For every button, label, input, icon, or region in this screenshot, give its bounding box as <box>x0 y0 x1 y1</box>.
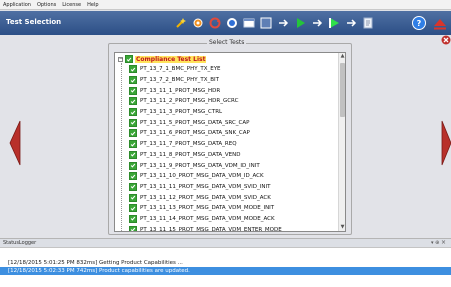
test-item[interactable]: PT_13_11_14_PROT_MSG_DATA_VDM_MODE_ACK <box>129 214 335 225</box>
logger-title: StatusLogger <box>3 240 37 246</box>
report-icon[interactable] <box>361 16 375 30</box>
test-item-label: PT_13_11_12_PROT_MSG_DATA_VDM_SVID_ACK <box>140 194 271 201</box>
arrow-right-icon <box>310 16 324 30</box>
test-item-label: PT_13_11_5_PROT_MSG_DATA_SRC_CAP <box>140 119 250 126</box>
logger-header: StatusLogger ▾ ⊕ × <box>0 239 451 248</box>
test-tree[interactable]: − Compliance Test List PT_13_7_1_BMC_PHY… <box>114 52 346 232</box>
test-item[interactable]: PT_13_11_13_PROT_MSG_DATA_VDM_MODE_INIT <box>129 203 335 214</box>
settings-icon[interactable] <box>191 16 205 30</box>
checkbox-checked-icon[interactable] <box>129 129 137 138</box>
test-item-label: PT_13_7_1_BMC_PHY_TX_EYE <box>140 66 221 73</box>
run-icon[interactable] <box>327 16 341 30</box>
nav-next-icon[interactable] <box>441 119 451 167</box>
checkbox-checked-icon[interactable] <box>129 172 137 181</box>
test-item[interactable]: PT_13_11_9_PROT_MSG_DATA_VDM_ID_INIT <box>129 160 335 171</box>
checkbox-checked-icon[interactable] <box>129 161 137 170</box>
checkbox-checked-icon[interactable] <box>129 204 137 213</box>
close-icon[interactable] <box>441 35 451 45</box>
eject-icon[interactable] <box>432 16 448 30</box>
nav-previous-icon[interactable] <box>9 119 21 167</box>
log-line-selected[interactable]: [12/18/2015 5:02:33 PM 742ms] Product ca… <box>0 267 451 275</box>
checkbox-checked-icon[interactable] <box>129 118 137 127</box>
checkbox-checked-icon[interactable] <box>129 86 137 95</box>
test-item-label: PT_13_11_6_PROT_MSG_DATA_SNK_CAP <box>140 130 250 137</box>
checkbox-checked-icon[interactable] <box>129 193 137 202</box>
test-item-label: PT_13_11_8_PROT_MSG_DATA_VEND <box>140 151 241 158</box>
test-item[interactable]: PT_13_11_10_PROT_MSG_DATA_VDM_ID_ACK <box>129 171 335 182</box>
test-item-label: PT_13_11_11_PROT_MSG_DATA_VDM_SVID_INIT <box>140 183 271 190</box>
checkbox-checked-icon[interactable] <box>129 182 137 191</box>
test-list: PT_13_7_1_BMC_PHY_TX_EYE PT_13_7_2_BMC_PH… <box>129 64 335 232</box>
test-item[interactable]: PT_13_11_6_PROT_MSG_DATA_SNK_CAP <box>129 128 335 139</box>
menu-license[interactable]: License <box>62 2 81 8</box>
test-item-label: PT_13_11_15_PROT_MSG_DATA_VDM_ENTER_MODE <box>140 226 282 232</box>
checkbox-checked-icon[interactable] <box>129 97 137 106</box>
test-item[interactable]: PT_13_7_2_BMC_PHY_TX_BIT <box>129 75 335 86</box>
checkbox-checked-icon[interactable] <box>125 55 133 63</box>
test-item[interactable]: PT_13_11_8_PROT_MSG_DATA_VEND <box>129 150 335 161</box>
logger-close-icon[interactable]: × <box>441 239 446 246</box>
test-item[interactable]: PT_13_11_3_PROT_MSG_CTRL <box>129 107 335 118</box>
tree-root[interactable]: − Compliance Test List <box>118 55 207 63</box>
checkbox-checked-icon[interactable] <box>129 108 137 117</box>
test-item[interactable]: PT_13_7_1_BMC_PHY_TX_EYE <box>129 64 335 75</box>
scroll-down-icon[interactable]: ▼ <box>340 225 345 230</box>
checkbox-checked-icon[interactable] <box>129 76 137 85</box>
checkbox-checked-icon[interactable] <box>129 214 137 223</box>
wand-icon[interactable] <box>174 16 188 30</box>
test-item[interactable]: PT_13_11_7_PROT_MSG_DATA_REQ <box>129 139 335 150</box>
status-logger: StatusLogger ▾ ⊕ × [12/18/2015 5:01:25 P… <box>0 238 451 287</box>
record-icon[interactable] <box>225 16 239 30</box>
select-tests-panel: Select Tests − Compliance Test List PT_1… <box>108 39 352 235</box>
arrow-right-icon <box>276 16 290 30</box>
panel-title: Select Tests <box>207 39 247 46</box>
log-line: [12/18/2015 5:01:25 PM 832ms] Getting Pr… <box>8 260 183 266</box>
test-item-label: PT_13_11_2_PROT_MSG_HDR_GCRC <box>140 98 239 105</box>
test-item-label: PT_13_11_13_PROT_MSG_DATA_VDM_MODE_INIT <box>140 205 275 212</box>
next-icon[interactable] <box>259 16 273 30</box>
test-item[interactable]: PT_13_11_11_PROT_MSG_DATA_VDM_SVID_INIT <box>129 182 335 193</box>
root-label: Compliance Test List <box>135 55 207 63</box>
test-item-label: PT_13_11_7_PROT_MSG_DATA_REQ <box>140 141 237 148</box>
checkbox-checked-icon[interactable] <box>129 150 137 159</box>
test-item-label: PT_13_11_3_PROT_MSG_CTRL <box>140 109 223 116</box>
title-bar: Test Selection ? <box>0 11 451 35</box>
tree-connector <box>121 63 122 231</box>
arrow-right-icon <box>344 16 358 30</box>
menu-options[interactable]: Options <box>37 2 56 8</box>
collapse-icon[interactable]: − <box>118 56 123 62</box>
test-item-label: PT_13_11_10_PROT_MSG_DATA_VDM_ID_ACK <box>140 173 264 180</box>
test-item[interactable]: PT_13_11_1_PROT_MSG_HDR <box>129 85 335 96</box>
test-item[interactable]: PT_13_11_5_PROT_MSG_DATA_SRC_CAP <box>129 117 335 128</box>
test-item-label: PT_13_11_14_PROT_MSG_DATA_VDM_MODE_ACK <box>140 215 275 222</box>
test-item[interactable]: PT_13_11_12_PROT_MSG_DATA_VDM_SVID_ACK <box>129 192 335 203</box>
main-content: Select Tests − Compliance Test List PT_1… <box>0 35 451 238</box>
checkbox-checked-icon[interactable] <box>129 140 137 149</box>
play-icon[interactable] <box>293 16 307 30</box>
menu-help[interactable]: Help <box>87 2 98 8</box>
menu-application[interactable]: Application <box>3 2 31 8</box>
checkbox-checked-icon[interactable] <box>129 225 137 231</box>
test-item-label: PT_13_11_9_PROT_MSG_DATA_VDM_ID_INIT <box>140 162 260 169</box>
test-item-label: PT_13_7_2_BMC_PHY_TX_BIT <box>140 77 219 84</box>
toolbar <box>174 14 378 32</box>
window-icon[interactable] <box>242 16 256 30</box>
scroll-up-icon[interactable]: ▲ <box>340 54 345 59</box>
pin-icon[interactable]: ▾ ⊕ <box>431 240 439 246</box>
window-title: Test Selection <box>6 18 62 26</box>
test-item[interactable]: PT_13_11_15_PROT_MSG_DATA_VDM_ENTER_MODE <box>129 224 335 232</box>
checkbox-checked-icon[interactable] <box>129 65 137 74</box>
test-item-label: PT_13_11_1_PROT_MSG_HDR <box>140 87 221 94</box>
app-window: Application Options License Help Test Se… <box>0 0 451 287</box>
menu-bar: Application Options License Help <box>0 0 451 10</box>
refresh-icon[interactable] <box>208 16 222 30</box>
scrollbar[interactable]: ▲ ▼ <box>338 53 345 231</box>
help-button[interactable]: ? <box>412 16 426 30</box>
scroll-thumb[interactable] <box>340 63 345 117</box>
test-item[interactable]: PT_13_11_2_PROT_MSG_HDR_GCRC <box>129 96 335 107</box>
